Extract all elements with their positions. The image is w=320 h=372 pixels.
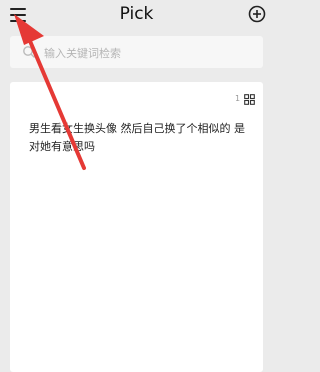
- search-icon: [23, 46, 35, 58]
- search-bar[interactable]: [10, 36, 263, 68]
- search-input[interactable]: [42, 42, 256, 64]
- add-button[interactable]: [248, 5, 266, 23]
- plus-circle-icon: [248, 5, 266, 23]
- top-bar: Pick: [0, 0, 273, 32]
- note-count: 1: [235, 94, 241, 103]
- note-card[interactable]: 1 男生看女生换头像 然后自己换了个相似的 是对她有意思吗: [10, 82, 263, 372]
- note-text: 男生看女生换头像 然后自己换了个相似的 是对她有意思吗: [29, 122, 245, 153]
- page-title: Pick: [119, 4, 154, 24]
- grid-icon[interactable]: [244, 94, 255, 105]
